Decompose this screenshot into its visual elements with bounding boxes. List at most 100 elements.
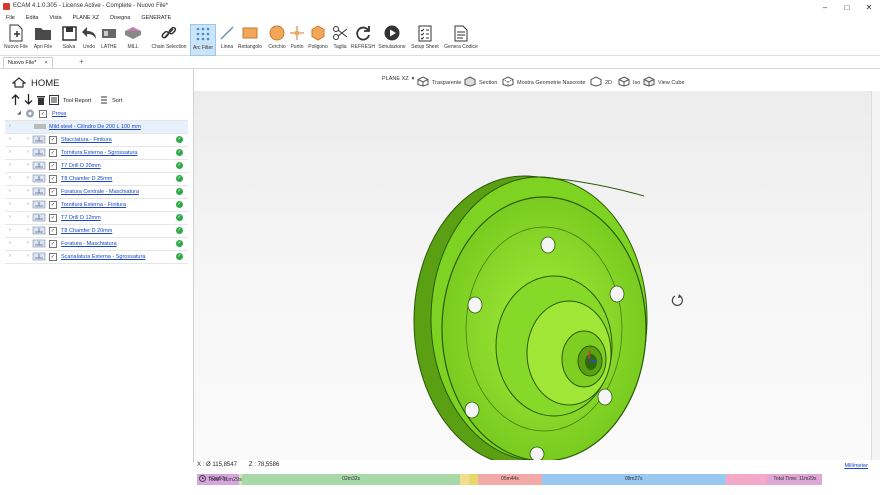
plane-dropdown[interactable]: PLANE XZ ▾ xyxy=(382,76,414,82)
operation-checkbox[interactable]: ✓ xyxy=(49,175,57,183)
lathe-button[interactable]: LATHE xyxy=(100,24,118,54)
menu-edita[interactable]: Edita xyxy=(20,14,44,23)
save-button[interactable]: Salva xyxy=(60,24,78,54)
operation-row[interactable]: › › ✓ Tornitura Esterna - Sgrossatura ✓ xyxy=(5,147,188,160)
refresh-button[interactable]: REFRESH xyxy=(351,24,375,54)
move-down-icon[interactable] xyxy=(24,94,33,107)
open-file-button[interactable]: Apri File xyxy=(31,24,55,54)
arc-filter-button[interactable]: Arc Filter xyxy=(190,24,216,56)
expand-icon[interactable]: › xyxy=(27,136,29,142)
tree-root-row[interactable]: ◢ ✓ Prova xyxy=(5,108,188,121)
minimize-icon[interactable]: – xyxy=(814,0,836,14)
home-header[interactable]: HOME xyxy=(11,77,60,90)
tool-report-icon[interactable] xyxy=(49,94,59,107)
expand-icon[interactable]: › xyxy=(27,162,29,168)
polygon-button[interactable]: Poligono xyxy=(306,24,330,54)
expand-icon[interactable]: › xyxy=(9,136,11,142)
sort-icon[interactable] xyxy=(100,95,108,107)
operation-row[interactable]: › › ✓ Tornitura Esterna - Finitura ✓ xyxy=(5,199,188,212)
operation-checkbox[interactable]: ✓ xyxy=(49,201,57,209)
view-2d-button[interactable]: 2D xyxy=(590,76,612,89)
expand-icon[interactable]: › xyxy=(27,214,29,220)
operation-row[interactable]: › › ✓ T8 Chamfer D 20mm ✓ xyxy=(5,225,188,238)
view-iso-button[interactable]: Iso xyxy=(618,76,640,89)
menu-generate[interactable]: GENERATE xyxy=(135,14,176,23)
timeline-segment[interactable] xyxy=(459,474,470,485)
expand-icon[interactable]: › xyxy=(9,149,11,155)
stock-row[interactable]: › Mild steel - Cilindro De 200 L 100 mm xyxy=(5,121,188,134)
expand-icon[interactable]: › xyxy=(27,240,29,246)
cut-button[interactable]: Taglia xyxy=(331,24,349,54)
transparent-toggle[interactable]: Trasparente xyxy=(417,76,461,89)
operation-row[interactable]: › › ✓ Sfacciatura - Finitura ✓ xyxy=(5,134,188,147)
expand-icon[interactable]: › xyxy=(27,227,29,233)
maximize-icon[interactable]: □ xyxy=(836,0,858,14)
undo-button[interactable]: Undo xyxy=(80,24,98,54)
generate-code-button[interactable]: Genera Codice xyxy=(443,24,479,54)
expand-icon[interactable]: › xyxy=(9,227,11,233)
operation-row[interactable]: › › ✓ T8 Chamfer D 25mm ✓ xyxy=(5,173,188,186)
tab-close-icon[interactable]: × xyxy=(44,58,47,68)
simulation-button[interactable]: Simulazione xyxy=(377,24,407,54)
expand-icon[interactable]: › xyxy=(9,253,11,259)
timeline-segment[interactable]: 05m44s xyxy=(478,474,542,485)
timeline-segment[interactable]: 08m27s xyxy=(541,474,726,485)
delete-icon[interactable] xyxy=(37,95,45,107)
operation-checkbox[interactable]: ✓ xyxy=(49,240,57,248)
setup-sheet-button[interactable]: Setup Sheet xyxy=(410,24,440,54)
circle-button[interactable]: Cerchio xyxy=(266,24,288,54)
operation-row[interactable]: › › ✓ T7 Drill D 20mm ✓ xyxy=(5,160,188,173)
operation-row[interactable]: › › ✓ T7 Drill D 12mm ✓ xyxy=(5,212,188,225)
tab-nuovo-file[interactable]: Nuovo File* × xyxy=(3,57,53,68)
expand-icon[interactable]: › xyxy=(9,175,11,181)
operation-checkbox[interactable]: ✓ xyxy=(49,227,57,235)
operation-row[interactable]: › › ✓ Foratura - Maschiatura ✓ xyxy=(5,238,188,251)
expand-icon[interactable]: › xyxy=(27,201,29,207)
timeline-segment[interactable] xyxy=(469,474,479,485)
expand-icon[interactable]: › xyxy=(27,149,29,155)
operation-row[interactable]: › › ✓ Foratura Centrale - Maschiatura ✓ xyxy=(5,186,188,199)
rectangle-button[interactable]: Rettangolo xyxy=(236,24,264,54)
expand-icon[interactable]: › xyxy=(9,201,11,207)
expand-icon[interactable]: › xyxy=(9,214,11,220)
mill-button[interactable]: MILL xyxy=(121,24,145,54)
tool-report-button[interactable]: Tool Report xyxy=(63,98,91,104)
section-toggle[interactable]: Section xyxy=(464,76,497,89)
operation-checkbox[interactable]: ✓ xyxy=(49,188,57,196)
3d-viewport[interactable] xyxy=(194,91,871,467)
operation-row[interactable]: › › ✓ Scanalatura Esterna - Sgrossatura ✓ xyxy=(5,251,188,264)
expand-icon[interactable]: › xyxy=(9,188,11,194)
point-button[interactable]: Punto xyxy=(288,24,306,54)
expand-icon[interactable]: › xyxy=(9,240,11,246)
menu-file[interactable]: File xyxy=(0,14,20,23)
operation-checkbox[interactable]: ✓ xyxy=(49,149,57,157)
menu-plane-xz[interactable]: PLANE XZ xyxy=(67,14,105,23)
operation-checkbox[interactable]: ✓ xyxy=(49,214,57,222)
hidden-geometry-toggle[interactable]: Mostra Geometrie Nascoste xyxy=(502,76,585,89)
units-link[interactable]: Millimeter xyxy=(844,463,868,469)
operation-checkbox[interactable]: ✓ xyxy=(49,253,57,261)
move-up-icon[interactable] xyxy=(11,94,20,107)
view-cube-toggle[interactable]: View Cube xyxy=(643,76,685,89)
operation-checkbox[interactable]: ✓ xyxy=(49,136,57,144)
timeline-segment[interactable]: Total Time: 11m29s xyxy=(767,474,823,485)
close-icon[interactable]: ✕ xyxy=(858,0,880,14)
expand-icon[interactable]: › xyxy=(9,162,11,168)
expand-icon[interactable]: › xyxy=(27,253,29,259)
new-tab-button[interactable]: + xyxy=(79,57,84,66)
root-checkbox[interactable]: ✓ xyxy=(39,110,47,118)
operation-checkbox[interactable]: ✓ xyxy=(49,162,57,170)
expand-icon[interactable]: › xyxy=(9,123,11,129)
timeline-segment[interactable] xyxy=(725,474,768,485)
menu-disegna[interactable]: Disegna xyxy=(104,14,135,23)
sort-button[interactable]: Sort xyxy=(112,98,122,104)
expand-icon[interactable]: › xyxy=(27,188,29,194)
new-file-button[interactable]: Nuovo File xyxy=(3,24,29,54)
menu-vista[interactable]: Vista xyxy=(43,14,66,23)
collapse-icon[interactable]: ◢ xyxy=(17,110,21,116)
viewport-scrollbar[interactable] xyxy=(871,91,880,460)
timeline-segment[interactable]: 02m32s xyxy=(242,474,460,485)
chain-selection-button[interactable]: Chain Selection xyxy=(151,24,187,54)
expand-icon[interactable]: › xyxy=(27,175,29,181)
line-button[interactable]: Linea xyxy=(218,24,236,54)
